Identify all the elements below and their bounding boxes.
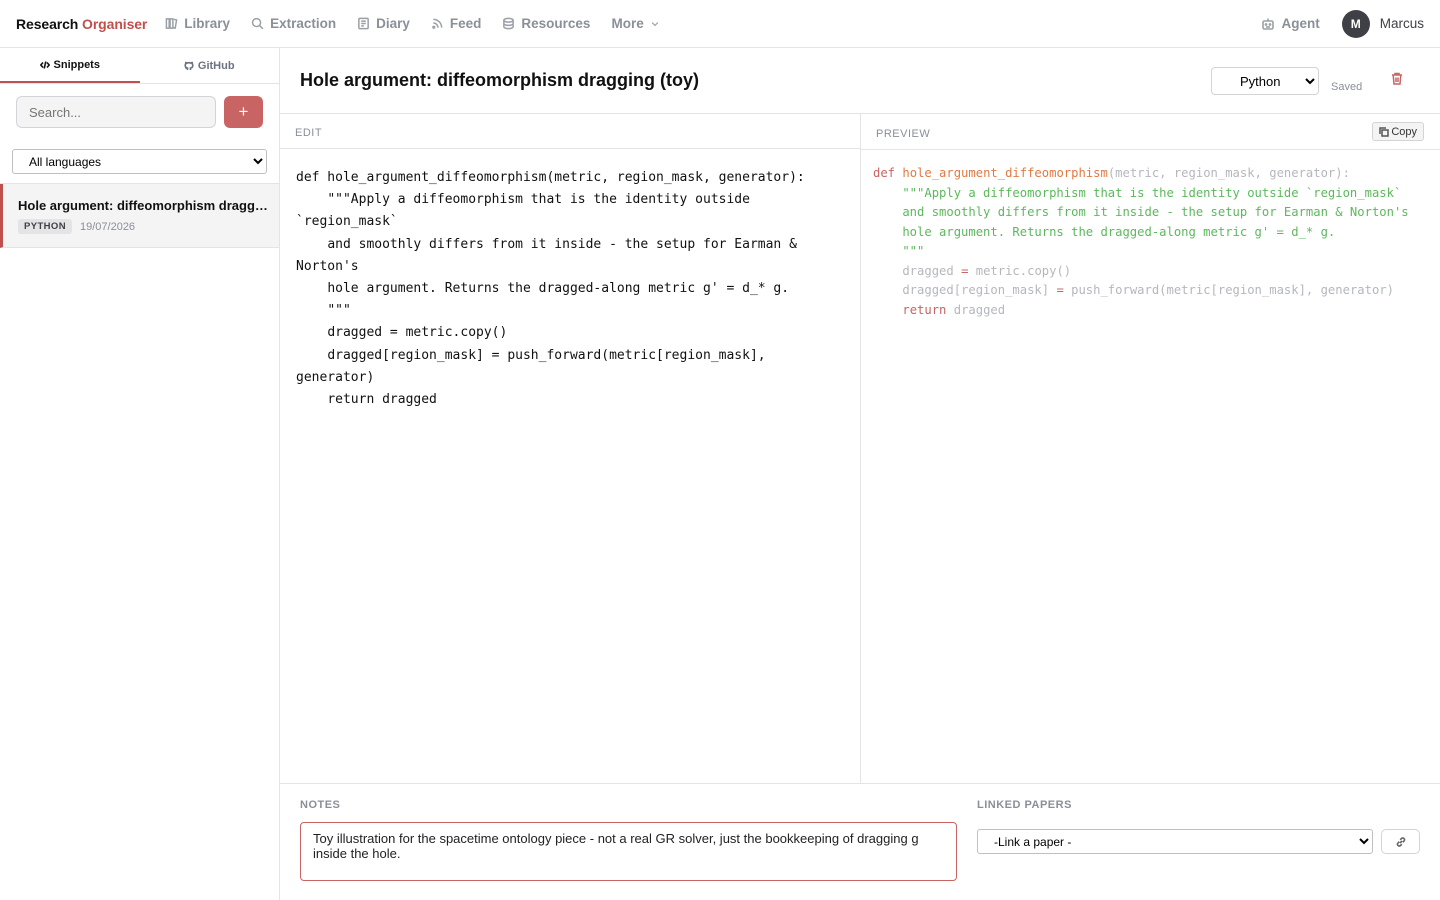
snippet-meta: PYTHON 19/07/2026	[18, 219, 279, 234]
preview-label: PREVIEW	[876, 128, 931, 140]
code-editor[interactable]: def hole_argument_diffeomorphism(metric,…	[296, 167, 836, 411]
nav-item-resources[interactable]: Resources	[502, 16, 590, 31]
avatar[interactable]: M	[1341, 9, 1370, 38]
username[interactable]: Marcus	[1380, 16, 1424, 31]
tab-label: GitHub	[197, 59, 235, 72]
edit-label: EDIT	[295, 127, 323, 139]
top-navigation: Research Organiser Library Extraction Di…	[0, 0, 1440, 48]
snippet-title: Hole argument: diffeomorphism dragging (…	[18, 198, 268, 213]
language-badge: PYTHON	[18, 219, 72, 234]
snippet-header: Hole argument: diffeomorphism dragging (…	[280, 48, 1440, 114]
nav-item-label: Diary	[376, 16, 410, 31]
tab-label: Snippets	[53, 58, 100, 71]
language-select[interactable]: Python	[1211, 67, 1319, 95]
rss-icon	[432, 18, 443, 29]
linked-papers-label: LINKED PAPERS	[977, 799, 1072, 811]
agent-label: Agent	[1281, 16, 1320, 31]
notes-label: NOTES	[300, 799, 341, 811]
page-title[interactable]: Hole argument: diffeomorphism dragging (…	[300, 70, 699, 91]
robot-icon	[1262, 18, 1275, 30]
trash-icon	[1392, 72, 1402, 85]
link-icon	[1396, 836, 1405, 847]
language-filter-select[interactable]: All languages	[12, 149, 267, 174]
app-brand[interactable]: Research Organiser	[16, 16, 147, 32]
nav-items: Library Extraction Diary Feed Resources …	[165, 16, 680, 31]
nav-item-label: Feed	[449, 16, 482, 31]
copy-button[interactable]: Copy	[1372, 122, 1424, 141]
nav-item-label: Resources	[521, 16, 591, 31]
editor-pane: EDIT def hole_argument_diffeomorphism(me…	[280, 114, 861, 784]
brand-accent: Organiser	[82, 15, 148, 32]
database-icon	[503, 17, 515, 30]
nav-item-diary[interactable]: Diary	[357, 16, 410, 31]
add-snippet-button[interactable]: +	[224, 96, 263, 128]
chevron-down-icon	[651, 21, 658, 26]
nav-item-feed[interactable]: Feed	[431, 16, 482, 31]
editor-header: EDIT	[280, 114, 860, 149]
preview-header: PREVIEW Copy	[861, 114, 1440, 150]
more-label: More	[611, 16, 644, 31]
code-preview: def hole_argument_diffeomorphism(metric,…	[873, 166, 1409, 317]
notes-textarea[interactable]: Toy illustration for the spacetime ontol…	[300, 822, 957, 881]
snippet-footer: NOTES Toy illustration for the spacetime…	[280, 784, 1440, 900]
nav-item-label: Extraction	[270, 16, 337, 31]
nav-item-extraction[interactable]: Extraction	[251, 16, 336, 31]
snippet-date: 19/07/2026	[80, 220, 136, 233]
search-icon	[251, 17, 264, 30]
copy-label: Copy	[1391, 125, 1417, 138]
nav-right: Agent M Marcus	[1261, 9, 1424, 38]
tab-github[interactable]: GitHub	[140, 48, 280, 83]
language-filter-row: All languages	[0, 141, 280, 184]
agent-button[interactable]: Agent	[1261, 16, 1320, 31]
search-input[interactable]	[16, 96, 216, 128]
save-status: Saved	[1331, 81, 1363, 93]
delete-button[interactable]	[1391, 72, 1403, 85]
preview-pane: PREVIEW Copy def hole_argument_diffeomor…	[861, 114, 1440, 784]
notebook-icon	[358, 17, 369, 30]
nav-item-library[interactable]: Library	[165, 16, 230, 31]
sidebar-tabs: Snippets GitHub	[0, 48, 279, 84]
library-icon	[165, 18, 178, 30]
nav-more-dropdown[interactable]: More	[611, 16, 659, 31]
nav-item-label: Library	[184, 16, 231, 31]
link-paper-select[interactable]: -Link a paper -	[977, 829, 1373, 854]
github-icon	[184, 61, 194, 70]
copy-icon	[1379, 126, 1390, 137]
sidebar: Snippets GitHub + All languages Hole arg…	[0, 48, 280, 900]
link-paper-button[interactable]	[1381, 829, 1420, 854]
brand-prefix: Research	[16, 15, 79, 32]
tab-snippets[interactable]: Snippets	[0, 48, 140, 83]
list-item[interactable]: Hole argument: diffeomorphism dragging (…	[0, 184, 279, 248]
search-row: +	[16, 96, 263, 128]
code-icon	[39, 60, 50, 69]
